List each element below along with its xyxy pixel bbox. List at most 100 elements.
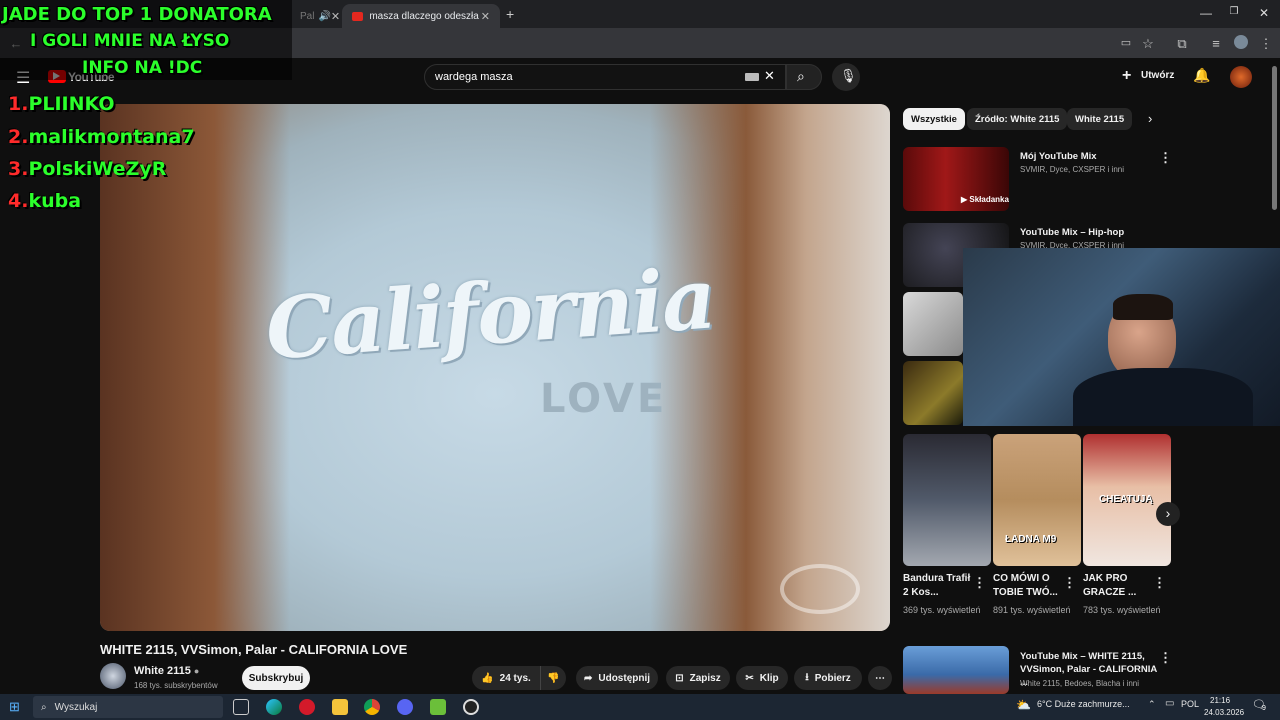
account-avatar[interactable]: [1230, 66, 1252, 88]
short-overlay-text: ŁADNA M9: [1005, 534, 1057, 545]
short-title[interactable]: CO MÓWI O TOBIE TWÓ...: [993, 572, 1063, 600]
subscribe-button[interactable]: Subskrybuj: [242, 666, 310, 690]
search-icon: ⌕: [797, 68, 805, 84]
donor-entry: 1.PLIINKO: [8, 93, 115, 115]
cast-icon[interactable]: ▭: [1118, 36, 1134, 49]
more-actions-button[interactable]: ⋯: [868, 666, 892, 690]
scissors-icon: ✂: [745, 672, 754, 684]
short-views: 369 tys. wyświetleń: [903, 605, 981, 615]
recommendation-title[interactable]: Mój YouTube Mix: [1020, 150, 1158, 163]
short-title[interactable]: JAK PRO GRACZE ...: [1083, 572, 1153, 600]
close-window-icon[interactable]: ✕: [1254, 6, 1274, 20]
restore-icon[interactable]: ❐: [1224, 6, 1244, 17]
overlay-line-1: JADE DO TOP 1 DONATORA: [2, 4, 272, 25]
short-thumbnail[interactable]: [903, 434, 991, 566]
shirt-print-sub: LOVE: [540, 376, 668, 422]
shorts-next-chevron-icon[interactable]: ›: [1156, 502, 1180, 526]
minecraft-icon[interactable]: [430, 699, 446, 715]
save-button[interactable]: ⊡ Zapisz: [666, 666, 730, 690]
youtube-favicon-icon: [352, 11, 364, 21]
recommendation-title[interactable]: YouTube Mix – Hip-hop: [1020, 226, 1158, 239]
keyboard-icon[interactable]: [745, 73, 759, 81]
short-thumbnail[interactable]: CHEATUJĄ: [1083, 434, 1171, 566]
media-control-icon[interactable]: ≡: [1208, 36, 1224, 51]
browser-tab-active[interactable]: masza dlaczego odeszła - YouT ✕: [342, 4, 500, 28]
recommendation-thumbnail[interactable]: [903, 361, 963, 425]
clock-date[interactable]: 24.03.2026: [1204, 708, 1244, 717]
more-options-icon[interactable]: ⋮: [973, 575, 986, 591]
thumbs-up-icon: 👍: [481, 672, 494, 684]
download-button[interactable]: ⭳ Pobierz: [794, 666, 862, 690]
new-tab-button[interactable]: +: [506, 6, 514, 22]
bookmark-icon: ⊡: [675, 672, 684, 684]
chrome-icon[interactable]: [364, 699, 380, 715]
create-plus-icon[interactable]: +: [1122, 67, 1131, 85]
task-view-icon[interactable]: [233, 699, 249, 715]
tab-title: Pal: [300, 10, 315, 22]
clear-search-icon[interactable]: ✕: [764, 68, 775, 84]
obs-icon[interactable]: [463, 699, 479, 715]
clock-time[interactable]: 21:16: [1210, 696, 1230, 705]
share-button[interactable]: ➦ Udostępnij: [576, 666, 658, 690]
short-views: 891 tys. wyświetleń: [993, 605, 1071, 615]
subscriber-count: 168 tys. subskrybentów: [134, 681, 218, 690]
weather-icon[interactable]: ⛅: [1016, 698, 1031, 712]
bookmark-star-icon[interactable]: ☆: [1140, 36, 1156, 52]
profile-avatar[interactable]: [1234, 35, 1248, 49]
channel-avatar[interactable]: [100, 663, 126, 689]
language-indicator[interactable]: POL: [1181, 699, 1199, 709]
chip-source[interactable]: Źródło: White 2115: [967, 108, 1068, 130]
overlay-line-2: I GOLI MNIE NA ŁYSO: [30, 31, 230, 51]
extensions-icon[interactable]: ⧉: [1174, 36, 1190, 52]
tray-chevron-icon[interactable]: ⌃: [1148, 699, 1156, 710]
search-button[interactable]: ⌕: [786, 64, 822, 90]
page-scrollbar[interactable]: [1272, 66, 1277, 210]
more-options-icon[interactable]: ⋮: [1159, 650, 1172, 666]
browser-tab[interactable]: Pal 🔊 ✕: [290, 4, 340, 28]
chip-all[interactable]: Wszystkie: [903, 108, 965, 130]
search-icon: ⌕: [41, 701, 47, 713]
short-title[interactable]: Bandura Trafił 2 Kos...: [903, 572, 973, 600]
browser-menu-icon[interactable]: ⋮: [1258, 36, 1274, 52]
search-input[interactable]: wardega masza: [424, 64, 786, 90]
create-button[interactable]: Utwórz: [1141, 70, 1174, 81]
tab-title: masza dlaczego odeszła - YouT: [369, 10, 480, 22]
clip-button[interactable]: ✂ Klip: [736, 666, 788, 690]
windows-start-icon[interactable]: ⊞: [9, 699, 20, 715]
minimize-icon[interactable]: —: [1196, 6, 1216, 20]
close-tab-icon[interactable]: ✕: [331, 10, 340, 23]
voice-search-button[interactable]: 🎙: [832, 63, 860, 91]
recommendation-thumbnail[interactable]: ▶ Składanka: [903, 147, 1009, 211]
more-options-icon[interactable]: ⋮: [1063, 575, 1076, 591]
discord-icon[interactable]: [397, 699, 413, 715]
microphone-icon: 🎙: [840, 68, 857, 83]
chips-next-chevron-icon[interactable]: ›: [1148, 111, 1152, 126]
file-explorer-icon[interactable]: [332, 699, 348, 715]
taskbar-search-placeholder: Wyszukaj: [54, 701, 98, 713]
like-button[interactable]: 👍 24 tys.: [472, 666, 540, 690]
weather-text[interactable]: 6°C Duże zachmurze...: [1037, 699, 1130, 709]
recommendation-thumbnail[interactable]: [903, 646, 1009, 694]
more-options-icon[interactable]: ⋮: [1153, 575, 1166, 591]
taskbar-search-input[interactable]: ⌕ Wyszukaj: [33, 696, 223, 718]
donor-entry: 4.kuba: [8, 190, 82, 212]
more-options-icon[interactable]: ⋮: [1159, 150, 1172, 166]
edge-browser-icon[interactable]: [266, 699, 282, 715]
channel-name[interactable]: White 2115 ●: [134, 665, 199, 677]
short-thumbnail[interactable]: ŁADNA M9: [993, 434, 1081, 566]
notifications-bell-icon[interactable]: 🔔: [1193, 67, 1210, 84]
webcam-shirt: [1073, 368, 1253, 426]
short-overlay-text: CHEATUJĄ: [1099, 494, 1153, 505]
video-title: WHITE 2115, VVSimon, Palar - CALIFORNIA …: [100, 642, 408, 657]
close-tab-icon[interactable]: ✕: [481, 10, 490, 23]
chip-channel[interactable]: White 2115: [1067, 108, 1133, 130]
recommendation-meta: White 2115, Bedoes, Blacha i inni: [1020, 679, 1140, 688]
notification-count: 9: [1262, 705, 1266, 712]
video-player[interactable]: California LOVE: [100, 104, 890, 631]
opera-icon[interactable]: [299, 699, 315, 715]
dislike-button[interactable]: 👎: [540, 666, 566, 690]
recommendation-meta: SVMIR, Dyce, CXSPER i inni: [1020, 165, 1125, 174]
share-arrow-icon: ➦: [583, 672, 593, 684]
recommendation-thumbnail[interactable]: [903, 292, 963, 356]
network-icon[interactable]: ▭: [1165, 698, 1174, 709]
